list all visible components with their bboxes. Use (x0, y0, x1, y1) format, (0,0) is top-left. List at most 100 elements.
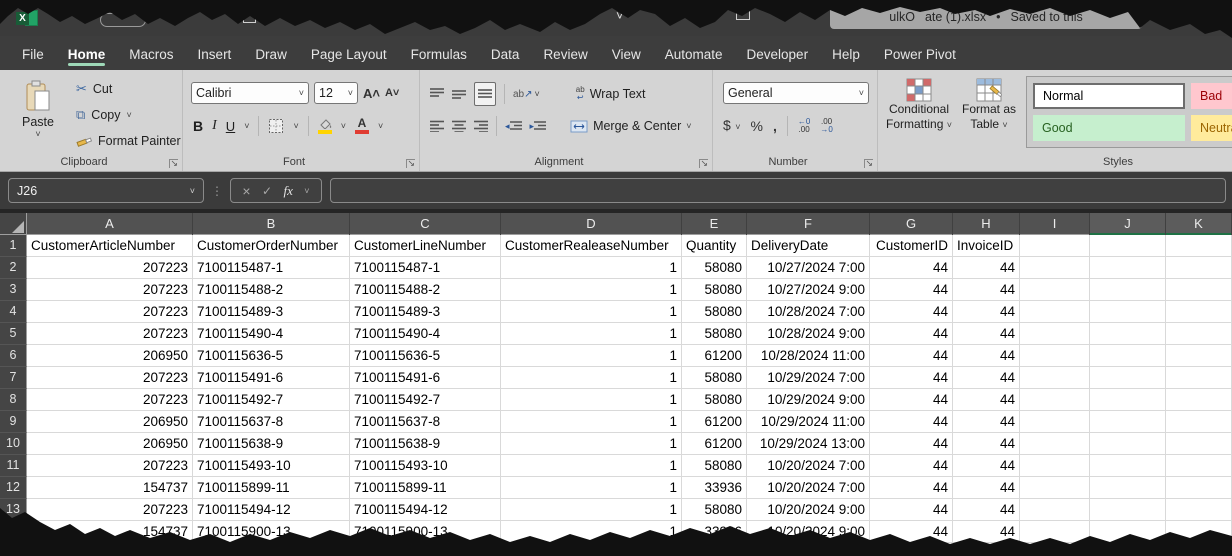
tab-home[interactable]: Home (56, 40, 118, 70)
cell-H12[interactable]: 44 (953, 477, 1020, 499)
save-icon[interactable] (243, 10, 256, 23)
format-painter-button[interactable]: Format Painter (76, 130, 181, 152)
tab-formulas[interactable]: Formulas (399, 40, 479, 70)
conditional-formatting-button[interactable]: Conditional Formatting ˅ (886, 78, 952, 133)
chevron-down-icon[interactable]: ˅ (304, 186, 309, 196)
currency-button[interactable]: $ ˅ (723, 117, 741, 135)
cell-K6[interactable] (1166, 345, 1232, 367)
cell-H11[interactable]: 44 (953, 455, 1020, 477)
cell-F9[interactable]: 10/29/2024 11:00 (747, 411, 870, 433)
cell-F2[interactable]: 10/27/2024 7:00 (747, 257, 870, 279)
chevron-down-icon[interactable]: ˅ (293, 121, 298, 131)
cell-style-bad[interactable]: Bad (1191, 83, 1232, 109)
cell-F14[interactable]: 10/20/2024 9:00 (747, 521, 870, 543)
cell-A9[interactable]: 206950 (27, 411, 193, 433)
cell-D13[interactable]: 1 (501, 499, 682, 521)
column-header-H[interactable]: H (953, 213, 1020, 235)
tab-automate[interactable]: Automate (653, 40, 735, 70)
cell-A1[interactable]: CustomerArticleNumber (27, 235, 193, 257)
cell-A5[interactable]: 207223 (27, 323, 193, 345)
cell-I5[interactable] (1020, 323, 1090, 345)
align-left-icon[interactable] (430, 120, 444, 132)
tab-macros[interactable]: Macros (117, 40, 185, 70)
chevron-down-icon[interactable]: ˅ (244, 121, 249, 131)
row-header-4[interactable]: 4 (0, 301, 27, 323)
font-name-combo[interactable]: Calibri ˅ (191, 82, 309, 104)
row-header-7[interactable]: 7 (0, 367, 27, 389)
row-header-12[interactable]: 12 (0, 477, 27, 499)
cell-C7[interactable]: 7100115491-6 (350, 367, 501, 389)
cell-F1[interactable]: DeliveryDate (747, 235, 870, 257)
cell-B7[interactable]: 7100115491-6 (193, 367, 350, 389)
cell-G9[interactable]: 44 (870, 411, 953, 433)
cell-style-neutral[interactable]: Neutral (1191, 115, 1232, 141)
cell-C5[interactable]: 7100115490-4 (350, 323, 501, 345)
cell-D14[interactable]: 1 (501, 521, 682, 543)
cell-F5[interactable]: 10/28/2024 9:00 (747, 323, 870, 345)
borders-icon[interactable] (268, 118, 284, 134)
clipboard-dialog-launcher[interactable]: ↘ (169, 159, 178, 168)
cell-J12[interactable] (1090, 477, 1166, 499)
merge-center-button[interactable]: Merge & Center ˅ (570, 119, 692, 133)
cell-I1[interactable] (1020, 235, 1090, 257)
cell-E7[interactable]: 58080 (682, 367, 747, 389)
cell-G6[interactable]: 44 (870, 345, 953, 367)
cell-G11[interactable]: 44 (870, 455, 953, 477)
cell-E4[interactable]: 58080 (682, 301, 747, 323)
cell-J11[interactable] (1090, 455, 1166, 477)
cell-B3[interactable]: 7100115488-2 (193, 279, 350, 301)
cell-C3[interactable]: 7100115488-2 (350, 279, 501, 301)
cell-H8[interactable]: 44 (953, 389, 1020, 411)
bold-button[interactable]: B (193, 118, 203, 134)
row-header-11[interactable]: 11 (0, 455, 27, 477)
chevron-down-icon[interactable]: ˅ (341, 121, 346, 131)
cell-B9[interactable]: 7100115637-8 (193, 411, 350, 433)
cell-D9[interactable]: 1 (501, 411, 682, 433)
cell-H13[interactable]: 44 (953, 499, 1020, 521)
row-header-6[interactable]: 6 (0, 345, 27, 367)
middle-align-icon[interactable] (452, 88, 466, 100)
insert-function-icon[interactable]: fx (283, 183, 292, 199)
tab-help[interactable]: Help (820, 40, 872, 70)
row-header-3[interactable]: 3 (0, 279, 27, 301)
cell-J2[interactable] (1090, 257, 1166, 279)
cell-J14[interactable] (1090, 521, 1166, 543)
cell-A4[interactable]: 207223 (27, 301, 193, 323)
cell-I7[interactable] (1020, 367, 1090, 389)
paste-button[interactable]: Paste ˅ (14, 80, 62, 156)
cell-I13[interactable] (1020, 499, 1090, 521)
cell-F10[interactable]: 10/29/2024 13:00 (747, 433, 870, 455)
row-header-8[interactable]: 8 (0, 389, 27, 411)
cell-K5[interactable] (1166, 323, 1232, 345)
cell-B5[interactable]: 7100115490-4 (193, 323, 350, 345)
cell-A12[interactable]: 154737 (27, 477, 193, 499)
cell-D6[interactable]: 1 (501, 345, 682, 367)
cell-J9[interactable] (1090, 411, 1166, 433)
cell-B8[interactable]: 7100115492-7 (193, 389, 350, 411)
cell-F13[interactable]: 10/20/2024 9:00 (747, 499, 870, 521)
cell-I10[interactable] (1020, 433, 1090, 455)
row-header-1[interactable]: 1 (0, 235, 27, 257)
cell-C4[interactable]: 7100115489-3 (350, 301, 501, 323)
tab-insert[interactable]: Insert (186, 40, 244, 70)
cell-K7[interactable] (1166, 367, 1232, 389)
cell-D10[interactable]: 1 (501, 433, 682, 455)
cell-J10[interactable] (1090, 433, 1166, 455)
tab-data[interactable]: Data (479, 40, 532, 70)
cell-E9[interactable]: 61200 (682, 411, 747, 433)
cell-I4[interactable] (1020, 301, 1090, 323)
cell-B6[interactable]: 7100115636-5 (193, 345, 350, 367)
decrease-font-size-icon[interactable]: A˅ (385, 87, 399, 99)
cell-B4[interactable]: 7100115489-3 (193, 301, 350, 323)
increase-decimal-button[interactable]: ←0.00 (798, 118, 810, 134)
tab-view[interactable]: View (600, 40, 653, 70)
row-header-2[interactable]: 2 (0, 257, 27, 279)
orientation-button[interactable]: ab↗ ˅ (513, 89, 540, 100)
cell-A13[interactable]: 207223 (27, 499, 193, 521)
cell-C11[interactable]: 7100115493-10 (350, 455, 501, 477)
top-align-icon[interactable] (430, 88, 444, 100)
copy-button[interactable]: ⧉ Copy ˅ (76, 104, 132, 126)
cell-B10[interactable]: 7100115638-9 (193, 433, 350, 455)
cell-E3[interactable]: 58080 (682, 279, 747, 301)
cell-K4[interactable] (1166, 301, 1232, 323)
